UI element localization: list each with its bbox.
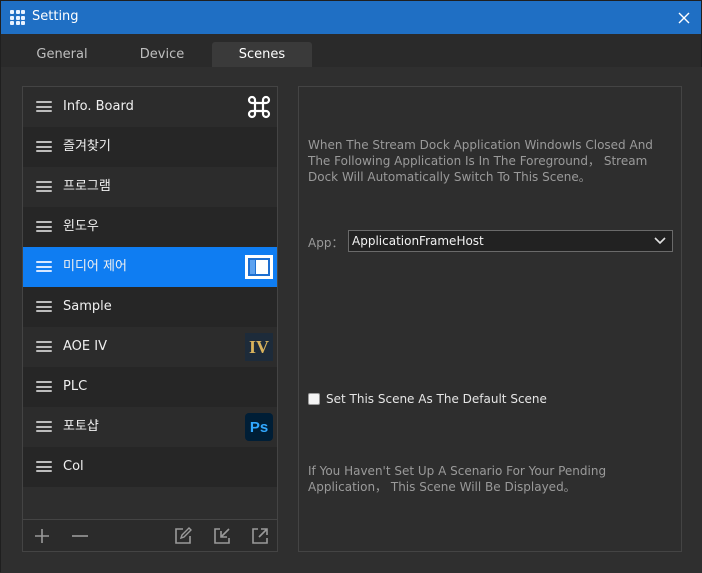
import-icon [214, 528, 230, 544]
auto-switch-description: When The Stream Dock Application WindowI… [308, 138, 653, 184]
scene-item-info-board[interactable]: Info. Board [23, 87, 277, 127]
command-key-icon [245, 93, 273, 121]
scene-item-aoe-iv[interactable]: AOE IV IV [23, 327, 277, 367]
plus-icon [35, 529, 49, 543]
pending-app-note: If You Haven't Set Up A Scenario For You… [308, 464, 607, 494]
photoshop-logo-text: Ps [249, 418, 269, 436]
export-icon [252, 528, 268, 544]
minus-icon [72, 535, 88, 537]
tab-general[interactable]: General [11, 42, 113, 67]
remove-scene-button[interactable] [70, 526, 90, 546]
photoshop-logo: Ps [245, 413, 273, 441]
scene-item-photoshop[interactable]: 포토샵 Ps [23, 407, 277, 447]
scene-label: Col [63, 459, 84, 474]
grid-app-icon [10, 10, 25, 25]
drag-handle-icon[interactable] [36, 221, 52, 232]
scene-item-plc[interactable]: PLC [23, 367, 277, 407]
add-scene-button[interactable] [32, 526, 52, 546]
drag-handle-icon[interactable] [36, 261, 52, 272]
scene-item-media-control[interactable]: 미디어 제어 [23, 247, 277, 287]
drag-handle-icon[interactable] [36, 461, 52, 472]
scene-label: 포토샵 [63, 419, 99, 434]
default-scene-checkbox[interactable] [308, 393, 320, 405]
app-label: App： [308, 235, 344, 250]
scene-detail-panel: When The Stream Dock Application WindowI… [298, 86, 682, 552]
drag-handle-icon[interactable] [36, 301, 52, 312]
import-scene-button[interactable] [212, 526, 232, 546]
scenes-content: Info. Board 즐겨찾기 프로그램 윈도우 미디어 제어 Sample … [1, 67, 702, 573]
scene-label: PLC [63, 379, 88, 394]
drag-handle-icon[interactable] [36, 381, 52, 392]
aoe-iv-logo: IV [245, 333, 273, 361]
drag-handle-icon[interactable] [36, 181, 52, 192]
app-select-value: ApplicationFrameHost [352, 234, 484, 248]
tab-scenes[interactable]: Scenes [212, 42, 312, 67]
title-bar: Setting [1, 1, 701, 34]
chevron-down-icon [654, 237, 666, 245]
default-scene-label: Set This Scene As The Default Scene [326, 392, 547, 406]
scene-label: Sample [63, 299, 112, 314]
edit-scene-button[interactable] [173, 526, 193, 546]
scene-list-panel: Info. Board 즐겨찾기 프로그램 윈도우 미디어 제어 Sample … [22, 86, 278, 552]
aoe-iv-logo-text: IV [248, 336, 269, 357]
window-app-icon [245, 253, 273, 281]
drag-handle-icon[interactable] [36, 341, 52, 352]
scene-item-windows[interactable]: 윈도우 [23, 207, 277, 247]
app-row: App： ApplicationFrameHost [308, 230, 673, 254]
tab-bar: General Device Scenes [1, 34, 701, 67]
scene-item-sample[interactable]: Sample [23, 287, 277, 327]
scene-label: 윈도우 [63, 219, 99, 234]
tab-device[interactable]: Device [111, 42, 213, 67]
scene-list: Info. Board 즐겨찾기 프로그램 윈도우 미디어 제어 Sample … [23, 87, 277, 487]
close-button[interactable] [667, 1, 701, 34]
close-icon [678, 12, 690, 23]
scene-label: AOE IV [63, 339, 107, 354]
drag-handle-icon[interactable] [36, 421, 52, 432]
scene-label: 프로그램 [63, 179, 111, 194]
scene-list-toolbar [23, 519, 277, 551]
settings-window: Setting General Device Scenes Info. Boar… [0, 0, 702, 573]
window-title: Setting [32, 9, 79, 24]
scene-item-programs[interactable]: 프로그램 [23, 167, 277, 207]
scene-item-col[interactable]: Col [23, 447, 277, 487]
scene-label: 즐겨찾기 [63, 139, 111, 154]
edit-icon [175, 527, 192, 544]
app-select[interactable]: ApplicationFrameHost [348, 230, 673, 252]
scene-item-favorites[interactable]: 즐겨찾기 [23, 127, 277, 167]
scene-label: 미디어 제어 [63, 259, 127, 274]
drag-handle-icon[interactable] [36, 101, 52, 112]
default-scene-option[interactable]: Set This Scene As The Default Scene [308, 390, 547, 408]
export-scene-button[interactable] [250, 526, 270, 546]
scene-label: Info. Board [63, 99, 134, 114]
drag-handle-icon[interactable] [36, 141, 52, 152]
